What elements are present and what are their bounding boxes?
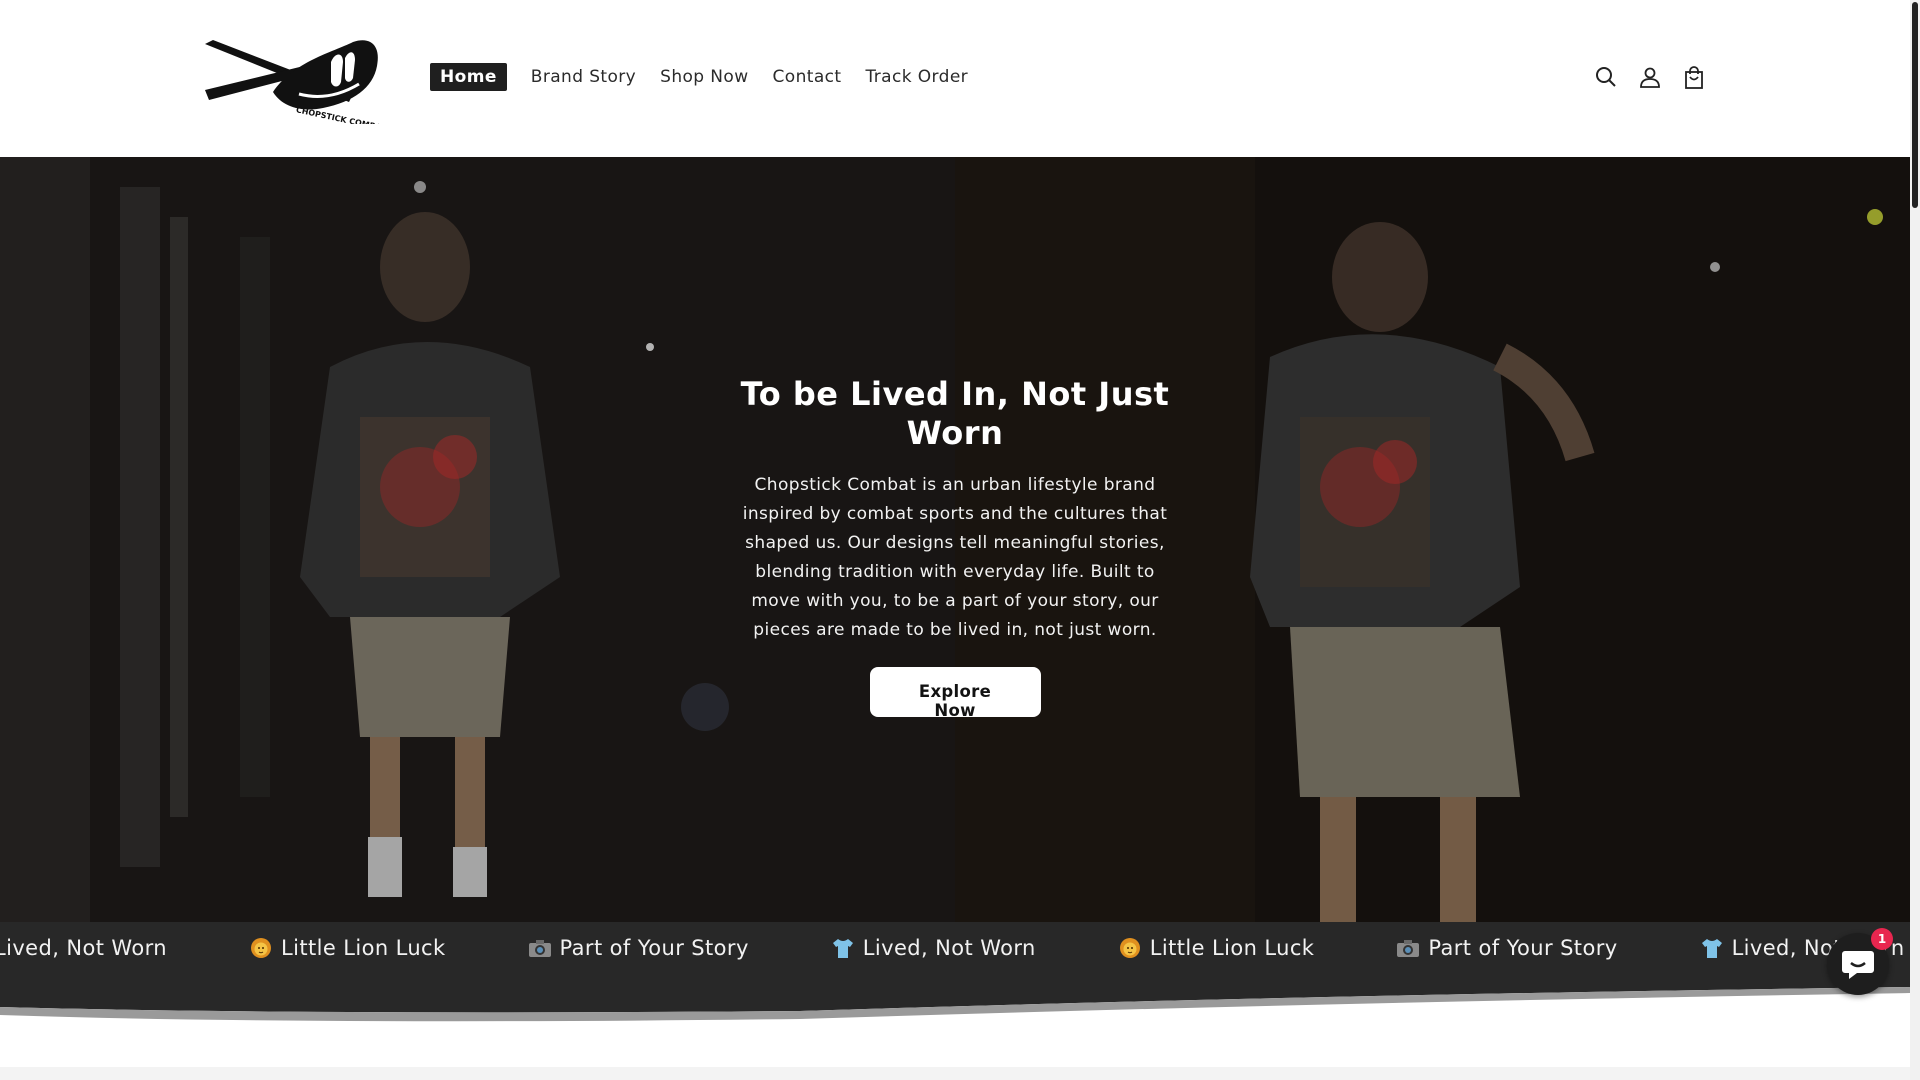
chat-unread-badge: 1 [1871, 928, 1893, 950]
account-icon[interactable] [1637, 64, 1663, 90]
marquee-item-label: Lived, Not Worn [0, 936, 167, 960]
marquee-item-label: Little Lion Luck [281, 936, 446, 960]
nav-contact[interactable]: Contact [773, 63, 842, 91]
nav-shop-now[interactable]: Shop Now [660, 63, 748, 91]
brand-logo[interactable]: CHOPSTICK COMBAT [203, 32, 388, 133]
chat-bubble-icon [1842, 951, 1874, 979]
marquee-item: Lived, Not Worn [0, 936, 167, 960]
page-scrollbar[interactable] [1910, 0, 1920, 1080]
tshirt-icon [831, 937, 855, 959]
marquee-item: Lived, Not Worn [831, 936, 1036, 960]
nav-home[interactable]: Home [430, 63, 507, 91]
marquee-item: Little Lion Luck [249, 936, 446, 960]
lion-icon [1118, 937, 1142, 959]
site-header: CHOPSTICK COMBAT Home Brand Story Shop N… [0, 0, 1910, 157]
hero-description: Chopstick Combat is an urban lifestyle b… [742, 475, 1168, 640]
explore-now-button[interactable]: Explore Now [869, 667, 1041, 720]
marquee-track: Lived, Not Worn Little Lion Luck Part of Y… [0, 936, 1910, 960]
nav-brand-story[interactable]: Brand Story [531, 63, 636, 91]
announcement-marquee: Lived, Not Worn Little Lion Luck Part of Y… [0, 922, 1910, 977]
section-wave-divider [0, 975, 1910, 1022]
camera-icon [528, 937, 552, 959]
search-icon[interactable] [1593, 64, 1619, 90]
next-section-edge [0, 1067, 1910, 1080]
marquee-item-label: Little Lion Luck [1149, 936, 1315, 960]
marquee-item-label: Part of Your Story [559, 936, 749, 960]
main-nav: Home Brand Story Shop Now Contact Track … [430, 63, 992, 91]
marquee-item: Part of Your Story [528, 936, 749, 960]
marquee-item: Part of Your Story [1396, 936, 1617, 960]
cart-icon[interactable] [1681, 64, 1707, 90]
marquee-item-label: Part of Your Story [1428, 936, 1618, 960]
header-icons [1593, 64, 1725, 90]
logo-wordmark: CHOPSTICK COMBAT [295, 105, 385, 124]
camera-icon [1396, 937, 1420, 959]
hero-content: To be Lived In, Not Just Worn Chopstick … [700, 375, 1210, 720]
scrollbar-thumb[interactable] [1912, 2, 1918, 208]
marquee-item-label: Lived, Not Worn [862, 936, 1036, 960]
tshirt-icon [1700, 937, 1724, 959]
hero-banner: To be Lived In, Not Just Worn Chopstick … [0, 157, 1910, 922]
nav-track-order[interactable]: Track Order [865, 63, 968, 91]
chopstick-combat-logo: CHOPSTICK COMBAT [205, 40, 388, 133]
hero-title: To be Lived In, Not Just Worn [740, 375, 1170, 452]
lion-icon [249, 937, 273, 959]
marquee-item: Little Lion Luck [1118, 936, 1315, 960]
